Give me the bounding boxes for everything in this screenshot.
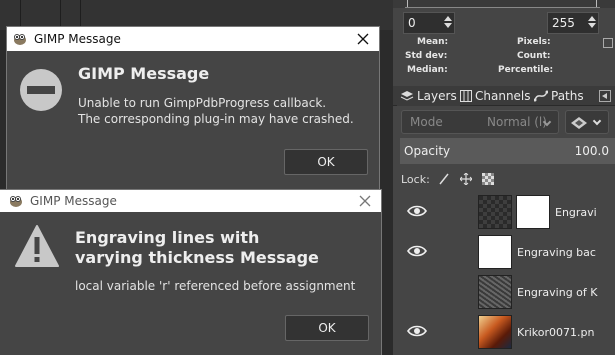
lock-row: Lock: (401, 170, 504, 188)
layer-thumbnail (478, 275, 512, 309)
stat-std-dev: Std dev: (405, 51, 448, 61)
dialog-heading-line-2: varying thickness Message (75, 248, 319, 267)
tab-menu-icon[interactable] (599, 90, 611, 102)
close-icon[interactable] (355, 31, 371, 47)
levels-low-spinner[interactable]: 0 (403, 12, 455, 34)
stat-pixels: Pixels: (517, 37, 551, 47)
layer-name: Engraving bac (517, 246, 596, 259)
levels-high-value: 255 (552, 16, 575, 30)
spinner-arrows[interactable] (442, 13, 454, 33)
stat-median: Median: (407, 65, 448, 75)
levels-low-value: 0 (408, 16, 416, 30)
tab-paths-label: Paths (551, 89, 584, 103)
dialog-message: local variable 'r' referenced before ass… (75, 279, 356, 293)
spinner-arrows[interactable] (586, 13, 598, 33)
layer-name: Engraving of K (517, 286, 598, 299)
layer-row[interactable]: Engraving of K (393, 272, 615, 312)
layers-icon (400, 91, 414, 101)
histogram (393, 0, 615, 8)
hist-scroll-handle[interactable] (603, 38, 613, 48)
stat-mean: Mean: (417, 37, 449, 47)
paths-icon (534, 90, 548, 102)
composite-mode-button[interactable] (565, 110, 609, 134)
dialog-title: GIMP Message (34, 32, 121, 46)
dialog-body: Engraving lines with varying thickness M… (0, 212, 381, 355)
lock-alpha-icon[interactable] (481, 173, 494, 185)
stat-count: Count: (517, 51, 551, 61)
layer-row[interactable]: Engravi (393, 192, 615, 232)
dialog-title: GIMP Message (30, 194, 117, 208)
mode-value: Normal (l) (487, 115, 547, 129)
gimp-logo-icon (14, 34, 26, 45)
layer-row[interactable]: Krikor0071.pn (393, 312, 615, 352)
levels-high-spinner[interactable]: 255 (547, 12, 599, 34)
opacity-slider[interactable]: Opacity 100.0 (400, 138, 615, 164)
layer-thumbnail (478, 235, 512, 269)
stat-percentile: Percentile: (498, 65, 554, 75)
dock-tabs: Layers Channels Paths (393, 86, 615, 106)
layer-name: Krikor0071.pn (517, 326, 595, 339)
mode-label: Mode (410, 115, 443, 129)
gimp-message-dialog: GIMP Message GIMP Message Unable to run … (6, 26, 380, 189)
tab-paths[interactable]: Paths (531, 86, 587, 106)
ok-button[interactable]: OK (284, 149, 368, 175)
close-icon[interactable] (357, 193, 373, 209)
gimp-logo-icon (10, 196, 22, 207)
composite-icon (571, 117, 587, 129)
dialog-message: Unable to run GimpPdbProgress callback. … (78, 96, 354, 126)
mode-row: Mode Normal (l) (401, 110, 609, 134)
layer-name: Engravi (555, 206, 597, 219)
tab-channels-label: Channels (475, 89, 531, 103)
dialog-body: GIMP Message Unable to run GimpPdbProgre… (7, 51, 379, 189)
layer-mask-thumbnail (516, 195, 550, 229)
tab-channels[interactable]: Channels (457, 86, 534, 106)
eye-icon[interactable] (407, 204, 427, 218)
dialog-heading: GIMP Message (78, 64, 210, 83)
lock-position-icon[interactable] (459, 173, 472, 185)
warning-icon (15, 225, 59, 267)
layer-thumbnail (478, 195, 512, 229)
layer-thumbnail (478, 315, 512, 349)
dialog-titlebar[interactable]: GIMP Message (7, 27, 379, 51)
lock-pixels-icon[interactable] (438, 173, 450, 185)
lock-label: Lock: (401, 172, 430, 186)
opacity-value: 100.0 (574, 144, 609, 158)
channels-icon (460, 90, 472, 102)
eye-icon[interactable] (407, 244, 427, 258)
dialog-titlebar[interactable]: GIMP Message (0, 190, 381, 212)
no-entry-icon (20, 69, 62, 111)
eye-icon[interactable] (407, 324, 427, 338)
layers-list: Engravi Engraving bac Engraving of K Kri… (393, 190, 615, 355)
right-dock: 0 255 Mean: Std dev: Median: Pixels: Cou… (393, 0, 615, 355)
chevron-down-icon (592, 116, 602, 126)
opacity-label: Opacity (404, 144, 451, 158)
ok-button[interactable]: OK (285, 315, 369, 341)
mode-select[interactable]: Mode Normal (l) (401, 110, 559, 134)
plugin-message-dialog: GIMP Message Engraving lines with varyin… (0, 189, 382, 355)
dialog-heading-line-1: Engraving lines with (75, 228, 260, 247)
tab-layers[interactable]: Layers (397, 86, 460, 106)
layer-row[interactable]: Engraving bac (393, 232, 615, 272)
tab-layers-label: Layers (417, 89, 457, 103)
